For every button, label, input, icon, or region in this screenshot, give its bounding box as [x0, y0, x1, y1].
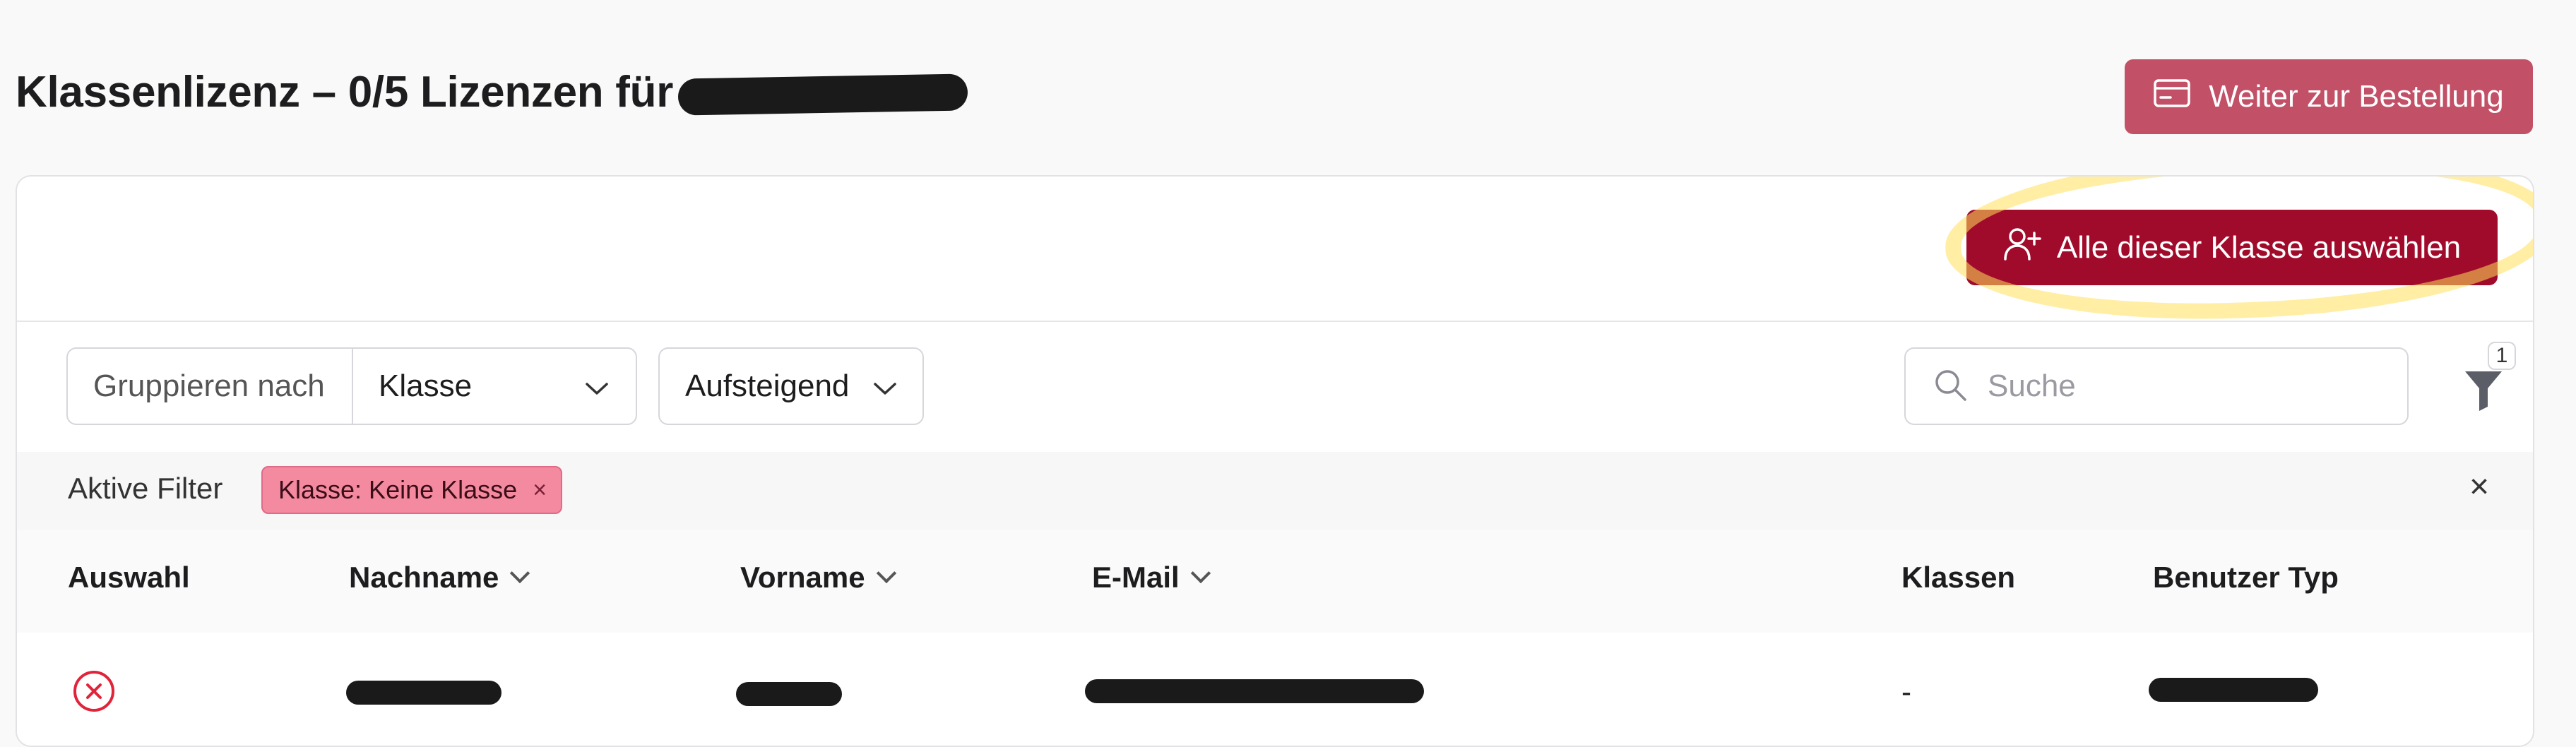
- user-plus-icon: [2003, 226, 2041, 269]
- redacted-last-name: [346, 681, 501, 705]
- active-filters-bar: Aktive Filter Klasse: Keine Klasse × ×: [17, 452, 2533, 531]
- column-label: Auswahl: [68, 561, 190, 594]
- chevron-down-icon: [876, 563, 896, 584]
- redacted-first-name: [736, 682, 842, 706]
- search-input[interactable]: [1986, 368, 2356, 405]
- column-header-benutzer-typ: Benutzer Typ: [2153, 561, 2339, 594]
- sort-order-select[interactable]: Aufsteigend: [658, 347, 924, 425]
- klassen-value: -: [1901, 675, 1911, 708]
- filter-count-badge: 1: [2488, 342, 2516, 370]
- active-filters-label: Aktive Filter: [68, 472, 223, 505]
- order-button-label: Weiter zur Bestellung: [2209, 79, 2504, 114]
- sort-order-value: Aufsteigend: [685, 369, 850, 403]
- group-by-control: Gruppieren nach Klasse: [66, 347, 637, 425]
- redacted-school-name: [677, 73, 968, 116]
- clear-filters-icon[interactable]: ×: [2469, 467, 2489, 506]
- remove-filter-icon[interactable]: ×: [533, 477, 547, 504]
- column-header-auswahl: Auswahl: [68, 561, 190, 594]
- group-by-value: Klasse: [379, 369, 473, 403]
- select-all-class-label: Alle dieser Klasse auswählen: [2056, 229, 2462, 265]
- chevron-down-icon: [510, 563, 530, 584]
- column-header-klassen: Klassen: [1901, 561, 2015, 594]
- license-card: Alle dieser Klasse auswählen Gruppieren …: [16, 175, 2534, 747]
- table-row[interactable]: -: [17, 633, 2533, 746]
- group-by-label: Gruppieren nach: [68, 349, 353, 424]
- column-header-nachname[interactable]: Nachname: [349, 561, 530, 594]
- credit-card-icon: [2154, 78, 2191, 115]
- column-label: Vorname: [740, 561, 865, 594]
- table-header: Auswahl Nachname Vorname E-Mail Klassen …: [17, 530, 2533, 634]
- select-all-class-button[interactable]: Alle dieser Klasse auswählen: [1966, 210, 2498, 285]
- column-header-vorname[interactable]: Vorname: [740, 561, 896, 594]
- group-by-select[interactable]: Klasse: [353, 349, 636, 424]
- chevron-down-icon: [1190, 563, 1211, 584]
- column-label: Benutzer Typ: [2153, 561, 2339, 594]
- column-label: Nachname: [349, 561, 499, 594]
- search-field: [1904, 347, 2409, 425]
- circle-x-icon[interactable]: [72, 669, 116, 720]
- column-header-email[interactable]: E-Mail: [1092, 561, 1211, 594]
- table-toolbar: Gruppieren nach Klasse Aufsteigend Suche…: [17, 321, 2533, 453]
- filter-chip: Klasse: Keine Klasse ×: [261, 466, 563, 514]
- redacted-email: [1085, 679, 1424, 703]
- chevron-down-icon: [873, 369, 897, 404]
- redacted-user-type: [2149, 678, 2318, 702]
- page-title-text: Klassenlizenz – 0/5 Lizenzen für: [16, 68, 674, 116]
- order-button[interactable]: Weiter zur Bestellung: [2125, 59, 2533, 134]
- column-label: E-Mail: [1092, 561, 1180, 594]
- card-actions-bar: Alle dieser Klasse auswählen: [17, 177, 2533, 328]
- filter-chip-label: Klasse: Keine Klasse: [278, 475, 518, 504]
- chevron-down-icon: [585, 369, 609, 404]
- column-label: Klassen: [1901, 561, 2016, 594]
- search-icon: [1933, 367, 1968, 406]
- page-title: Klassenlizenz – 0/5 Lizenzen für: [16, 67, 673, 117]
